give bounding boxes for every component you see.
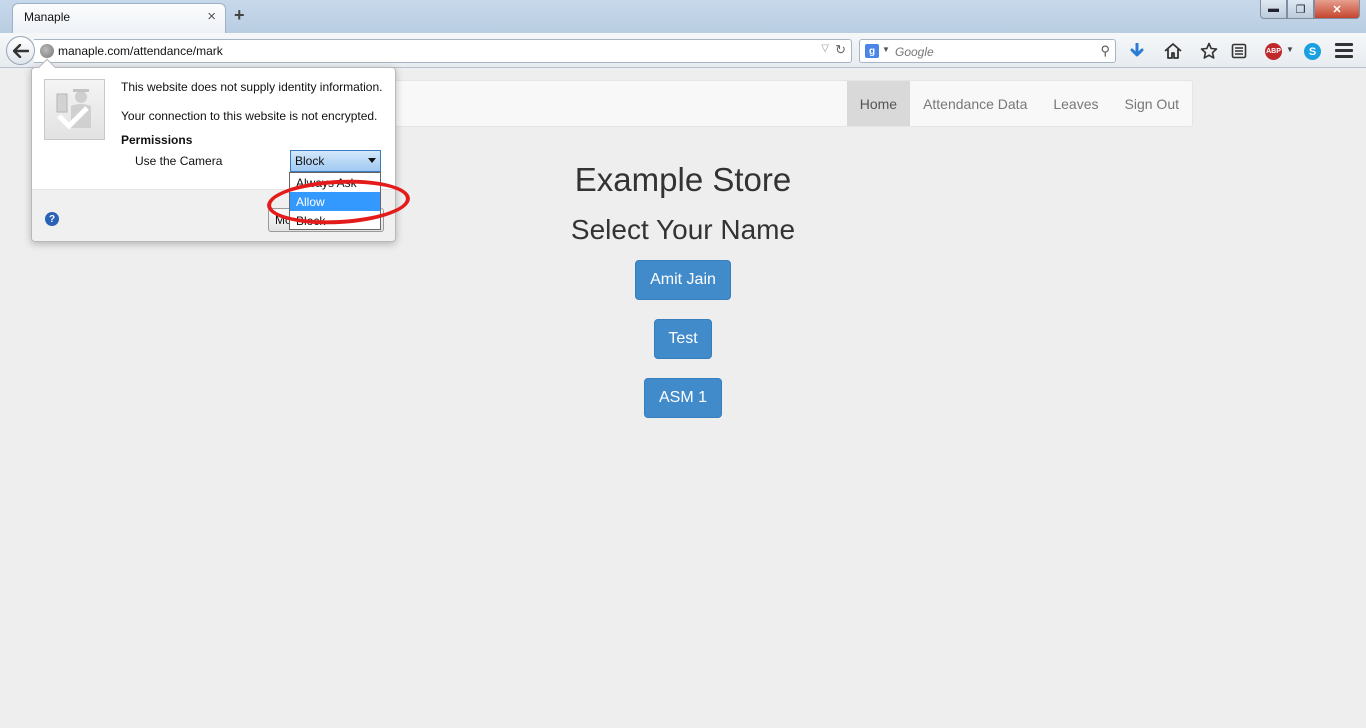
nav-links: Home Attendance Data Leaves Sign Out bbox=[846, 81, 1192, 126]
minimize-window-button[interactable]: ▬ bbox=[1260, 0, 1287, 19]
browser-titlebar: Manaple × + ▬ ❐ ✕ bbox=[0, 0, 1366, 33]
nav-sign-out[interactable]: Sign Out bbox=[1112, 81, 1192, 126]
download-icon[interactable] bbox=[1127, 41, 1147, 61]
name-button-amit-jain[interactable]: Amit Jain bbox=[635, 260, 731, 300]
google-icon[interactable]: g bbox=[865, 44, 879, 58]
url-dropdown-icon[interactable]: ▽ bbox=[821, 43, 829, 54]
skype-icon[interactable]: S bbox=[1304, 43, 1321, 60]
restore-window-button[interactable]: ❐ bbox=[1287, 0, 1314, 19]
identity-unknown-icon bbox=[44, 79, 105, 140]
encryption-info-text: Your connection to this website is not e… bbox=[121, 109, 378, 123]
name-button-asm-1[interactable]: ASM 1 bbox=[644, 378, 722, 418]
option-block[interactable]: Block bbox=[290, 211, 380, 230]
globe-icon[interactable] bbox=[40, 44, 54, 58]
nav-leaves[interactable]: Leaves bbox=[1040, 81, 1111, 126]
tab-close-icon[interactable]: × bbox=[207, 8, 216, 25]
adblock-plus-icon[interactable]: ABP bbox=[1265, 43, 1282, 60]
browser-tab[interactable]: Manaple × bbox=[12, 3, 226, 33]
hamburger-menu-icon[interactable] bbox=[1335, 43, 1353, 59]
camera-permission-select[interactable]: Block bbox=[290, 150, 381, 172]
name-button-test[interactable]: Test bbox=[654, 319, 712, 359]
new-tab-icon[interactable]: + bbox=[234, 5, 245, 26]
adblock-dropdown-icon[interactable]: ▼ bbox=[1286, 45, 1294, 54]
bookmark-star-icon[interactable] bbox=[1199, 41, 1219, 61]
close-window-button[interactable]: ✕ bbox=[1314, 0, 1360, 19]
url-bar[interactable]: manaple.com/attendance/mark ▽ ↻ bbox=[34, 39, 852, 63]
home-icon[interactable] bbox=[1163, 41, 1183, 61]
search-input[interactable]: Google bbox=[895, 45, 934, 59]
search-bar[interactable]: g ▼ Google ⚲ bbox=[859, 39, 1116, 63]
identity-info-text: This website does not supply identity in… bbox=[121, 80, 383, 94]
camera-permission-dropdown: Always Ask Allow Block bbox=[289, 172, 381, 230]
help-icon[interactable]: ? bbox=[45, 212, 59, 226]
search-engine-dropdown-icon[interactable]: ▼ bbox=[882, 45, 890, 54]
reload-icon[interactable]: ↻ bbox=[835, 42, 846, 58]
back-button[interactable] bbox=[6, 36, 35, 65]
option-allow[interactable]: Allow bbox=[290, 192, 380, 211]
tab-title: Manaple bbox=[24, 10, 71, 24]
back-arrow-icon bbox=[12, 43, 29, 58]
chevron-down-icon bbox=[368, 158, 376, 163]
browser-toolbar: manaple.com/attendance/mark ▽ ↻ g ▼ Goog… bbox=[0, 33, 1366, 68]
camera-permission-label: Use the Camera bbox=[135, 154, 223, 168]
option-always-ask[interactable]: Always Ask bbox=[290, 173, 380, 192]
camera-permission-value: Block bbox=[295, 154, 325, 168]
nav-attendance-data[interactable]: Attendance Data bbox=[910, 81, 1040, 126]
url-text[interactable]: manaple.com/attendance/mark bbox=[58, 44, 223, 58]
window-controls: ▬ ❐ ✕ bbox=[1260, 0, 1360, 20]
bookmarks-list-icon[interactable] bbox=[1229, 41, 1249, 61]
nav-home[interactable]: Home bbox=[846, 81, 911, 126]
permissions-heading: Permissions bbox=[121, 133, 193, 147]
search-icon[interactable]: ⚲ bbox=[1100, 43, 1110, 59]
